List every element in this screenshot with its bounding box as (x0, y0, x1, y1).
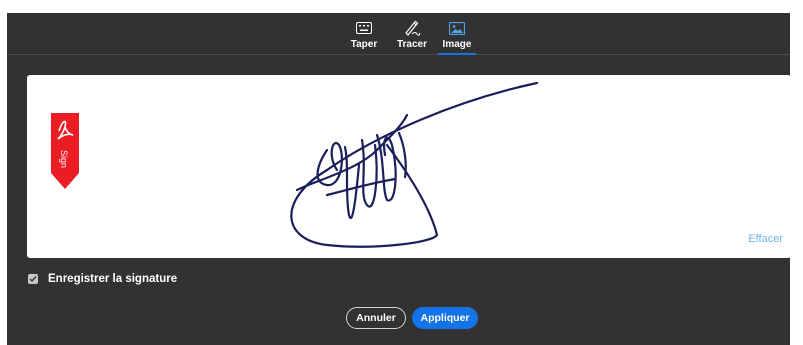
pen-draw-icon (403, 19, 421, 37)
signature-mode-tabs: Taper Tracer Image (7, 13, 790, 55)
signature-dialog: Taper Tracer Image Sign Effacer Enregist… (7, 13, 791, 345)
tab-draw[interactable]: Tracer (395, 19, 429, 54)
tab-type-label: Taper (350, 39, 378, 50)
tab-image-label: Image (442, 39, 472, 50)
apply-button[interactable]: Appliquer (412, 307, 478, 329)
signature-canvas[interactable]: Sign Effacer (27, 75, 791, 258)
save-signature-label: Enregistrer la signature (48, 273, 178, 285)
cancel-button[interactable]: Annuler (346, 307, 406, 329)
tab-type[interactable]: Taper (347, 19, 381, 54)
save-signature-checkbox[interactable] (28, 274, 38, 284)
signature-image (290, 81, 539, 248)
save-signature-row[interactable]: Enregistrer la signature (28, 273, 177, 285)
tab-image[interactable]: Image (438, 19, 476, 55)
image-icon (449, 19, 465, 37)
tab-draw-label: Tracer (396, 39, 428, 50)
clear-link[interactable]: Effacer (748, 233, 783, 245)
checkmark-icon (29, 276, 37, 283)
keyboard-icon (356, 19, 372, 37)
